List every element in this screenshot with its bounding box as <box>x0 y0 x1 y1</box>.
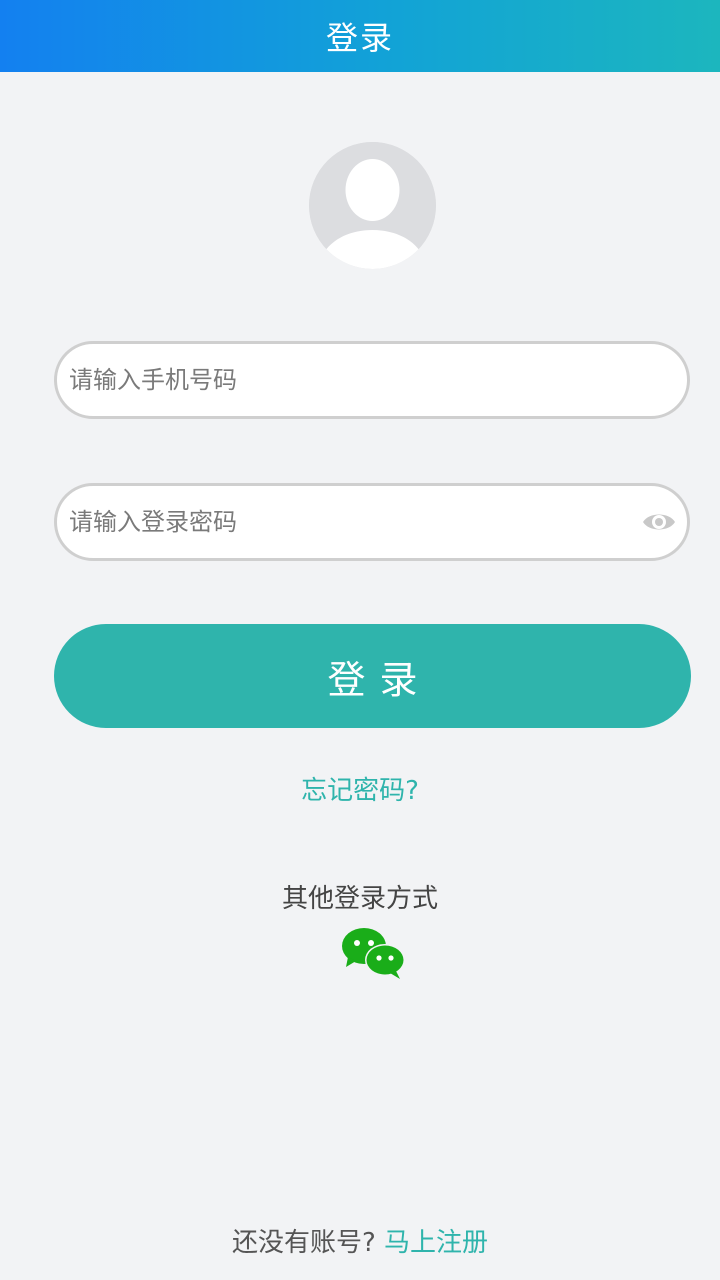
eye-icon[interactable] <box>641 506 677 538</box>
avatar <box>309 142 436 269</box>
password-input[interactable] <box>69 486 629 558</box>
page-title: 登录 <box>325 19 394 57</box>
password-field <box>54 483 690 561</box>
login-page: 登录 登录 忘记密码? 其他登录方式 还没有账号? 马上注册 <box>0 0 720 1280</box>
login-button[interactable]: 登录 <box>54 624 691 728</box>
register-link[interactable]: 马上注册 <box>384 1228 488 1258</box>
wechat-icon[interactable] <box>340 925 408 981</box>
phone-input[interactable] <box>69 344 629 416</box>
phone-field <box>54 341 690 419</box>
other-login-title: 其他登录方式 <box>281 884 438 914</box>
footer: 还没有账号? 马上注册 <box>0 1222 720 1259</box>
user-placeholder-icon <box>309 142 436 269</box>
header-bar: 登录 <box>0 0 720 72</box>
forgot-password-link[interactable]: 忘记密码? <box>0 770 720 807</box>
no-account-text: 还没有账号? <box>231 1228 376 1258</box>
